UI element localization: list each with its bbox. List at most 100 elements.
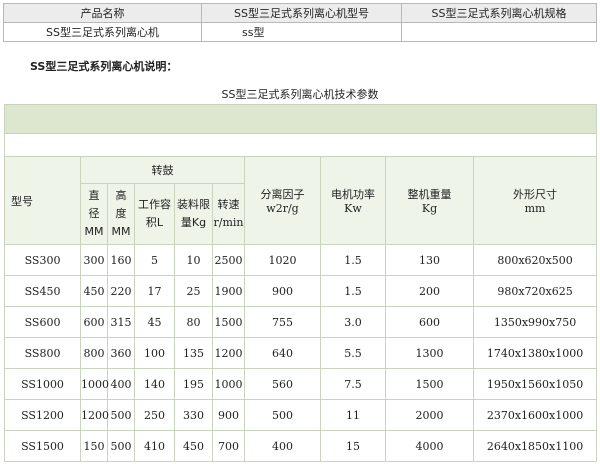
spec-table-caption: SS型三足式系列离心机技术参数 [221, 88, 379, 101]
cell-load: 195 [174, 368, 213, 400]
cell-load: 330 [174, 399, 213, 431]
cell-height: 360 [107, 337, 135, 369]
col-speed-unit: r/min [213, 216, 244, 229]
cell-diameter: 300 [80, 244, 108, 276]
cell-height: 500 [107, 430, 135, 462]
cell-weight: 200 [385, 275, 474, 307]
col-height-line2: 度 [115, 207, 127, 220]
cell-speed: 1200 [212, 337, 245, 369]
col-dims-unit: mm [524, 202, 546, 215]
cell-weight: 2000 [385, 399, 474, 431]
cell-weight: 600 [385, 306, 474, 338]
cell-dims: 800x620x500 [472, 244, 598, 276]
cell-height: 400 [107, 368, 135, 400]
table-row: SS1500 150 500 410 450 700 400 15 4000 2… [4, 430, 598, 462]
cell-height: 160 [107, 244, 135, 276]
table-row: SS1000 1000 400 140 195 1000 560 7.5 150… [4, 368, 598, 400]
cell-model: SS300 [4, 244, 81, 276]
cell-volume: 45 [134, 306, 175, 338]
col-model-header: 型号 [4, 156, 81, 245]
cell-load: 10 [174, 244, 213, 276]
product-model-value: ss型 [201, 22, 402, 42]
cell-load: 450 [174, 430, 213, 462]
cell-model: SS800 [4, 337, 81, 369]
col-factor-unit: w2r/g [266, 202, 299, 215]
col-power-label: 电机功率 [331, 188, 375, 201]
col-height-header: 高 度 MM [107, 183, 135, 245]
col-diameter-unit: MM [84, 225, 104, 238]
spec-header-row-1: 型号 转鼓 分离因子 w2r/g 电机功率 Kw 整机重量 Kg 外形尺寸 mm [4, 156, 598, 245]
col-speed-line1: 转速 [217, 198, 240, 211]
col-load-line1: 装料限 [177, 198, 210, 211]
cell-diameter: 1200 [80, 399, 109, 431]
table-row: SS800 800 360 100 135 1200 640 5.5 1300 … [4, 337, 598, 369]
col-volume-line2: 积L [145, 216, 164, 229]
cell-load: 25 [174, 275, 213, 307]
cell-power: 11 [320, 399, 386, 431]
cell-weight: 130 [385, 244, 474, 276]
product-name-value: SS型三足式系列离心机 [3, 22, 202, 42]
cell-power: 1.5 [320, 244, 386, 276]
col-power-unit: Kw [344, 202, 362, 215]
cell-height: 500 [107, 399, 135, 431]
cell-speed: 900 [212, 399, 245, 431]
cell-model: SS1000 [4, 368, 81, 400]
cell-load: 135 [174, 337, 213, 369]
cell-dims: 1950x1560x1050 [472, 368, 598, 400]
cell-weight: 1500 [385, 368, 474, 400]
cell-weight: 4000 [385, 430, 474, 462]
cell-factor: 640 [244, 337, 321, 369]
cell-power: 3.0 [320, 306, 386, 338]
table-row: SS450 450 220 17 25 1900 900 1.5 200 980… [4, 275, 598, 307]
product-name-header: 产品名称 [3, 3, 202, 23]
col-diameter-header: 直 径 MM [80, 183, 108, 245]
product-spec-value [401, 22, 597, 42]
cell-load: 80 [174, 306, 213, 338]
cell-factor: 900 [244, 275, 321, 307]
cell-power: 7.5 [320, 368, 386, 400]
col-weight-unit: Kg [421, 202, 438, 215]
product-info-value-row: SS型三足式系列离心机 ss型 [3, 22, 597, 42]
product-spec-header: SS型三足式系列离心机规格 [401, 3, 597, 23]
cell-dims: 2640x1850x1100 [472, 430, 598, 462]
cell-factor: 755 [244, 306, 321, 338]
cell-power: 5.5 [320, 337, 386, 369]
spec-blank-row [3, 133, 598, 157]
cell-volume: 140 [134, 368, 175, 400]
cell-diameter: 800 [80, 337, 108, 369]
col-factor-label: 分离因子 [260, 188, 305, 201]
cell-speed: 1000 [212, 368, 245, 400]
cell-model: SS1200 [4, 399, 81, 431]
cell-volume: 410 [134, 430, 175, 462]
col-load-line2: 量Kg [180, 216, 207, 229]
table-row: SS1200 1200 500 250 330 900 500 11 2000 … [4, 399, 598, 431]
col-volume-line1: 工作容 [138, 198, 171, 211]
cell-diameter: 600 [80, 306, 108, 338]
cell-speed: 2500 [212, 244, 245, 276]
col-factor-header: 分离因子 w2r/g [244, 156, 321, 245]
cell-volume: 250 [134, 399, 175, 431]
cell-dims: 980x720x625 [472, 275, 598, 307]
cell-power: 15 [320, 430, 386, 462]
cell-factor: 400 [244, 430, 321, 462]
col-group-drum-header: 转鼓 [80, 156, 245, 184]
col-height-unit: MM [111, 225, 131, 238]
col-diameter-line1: 直 [88, 189, 100, 202]
table-row: SS300 300 160 5 10 2500 1020 1.5 130 800… [4, 244, 598, 276]
cell-model: SS1500 [4, 430, 81, 462]
cell-dims: 1350x990x750 [472, 306, 598, 338]
cell-volume: 5 [134, 244, 175, 276]
col-speed-header: 转速 r/min [212, 183, 245, 245]
cell-model: SS600 [4, 306, 81, 338]
cell-model: SS450 [4, 275, 81, 307]
cell-speed: 1900 [212, 275, 245, 307]
col-weight-label: 整机重量 [407, 188, 452, 201]
spec-band-row [3, 104, 598, 134]
cell-height: 315 [107, 306, 135, 338]
cell-weight: 1300 [385, 337, 474, 369]
cell-diameter: 150 [80, 430, 108, 462]
cell-diameter: 450 [80, 275, 108, 307]
cell-factor: 560 [244, 368, 321, 400]
cell-speed: 700 [212, 430, 245, 462]
cell-volume: 100 [134, 337, 175, 369]
